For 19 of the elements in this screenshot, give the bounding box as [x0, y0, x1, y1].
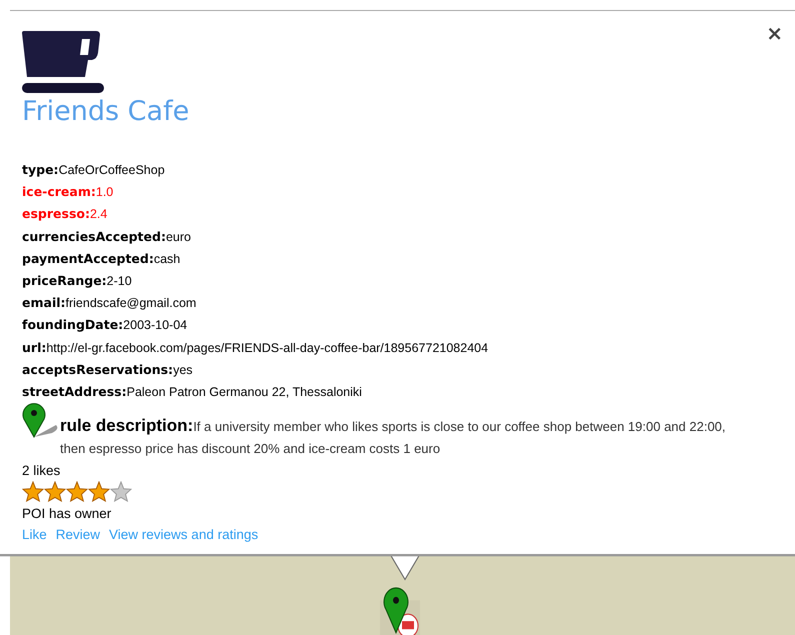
- action-link[interactable]: Review: [56, 525, 100, 546]
- property-line: ice-cream:1.0: [22, 183, 114, 202]
- likes-count: 2 likes: [22, 462, 62, 480]
- property-line: paymentAccepted:cash: [22, 250, 182, 268]
- property-line: streetAddress:Paleon Patron Germanou 22, Thessaloniki: [22, 383, 363, 402]
- property-line: currenciesAccepted:euro: [22, 228, 192, 246]
- action-link[interactable]: View reviews and ratings: [109, 525, 258, 546]
- property-line: foundingDate:2003-10-04: [22, 316, 188, 334]
- close-button[interactable]: ×: [762, 21, 787, 45]
- property-line: email:friendscafe@gmail.com: [22, 294, 198, 312]
- property-line: url:http://el-gr.facebook.com/pages/FRIENDS-all-day-coffee-bar/189567721082404: [22, 338, 490, 357]
- property-line: acceptsReservations:yes: [22, 360, 194, 379]
- property-line: priceRange:2-10: [22, 272, 133, 290]
- place-title: Friends Cafe: [22, 95, 190, 129]
- property-line: espresso:2.4: [22, 205, 108, 224]
- rule-description: rule description:If a university member who likes sports is close to our coffee shop between 19:00 and 22:00, then espresso price has discount 20% and ice-cream costs 1 euro: [60, 415, 727, 458]
- property-line: type:CafeOrCoffeeShop: [22, 161, 166, 179]
- action-link[interactable]: Like: [22, 525, 47, 546]
- owner-status: POI has owner: [22, 505, 112, 524]
